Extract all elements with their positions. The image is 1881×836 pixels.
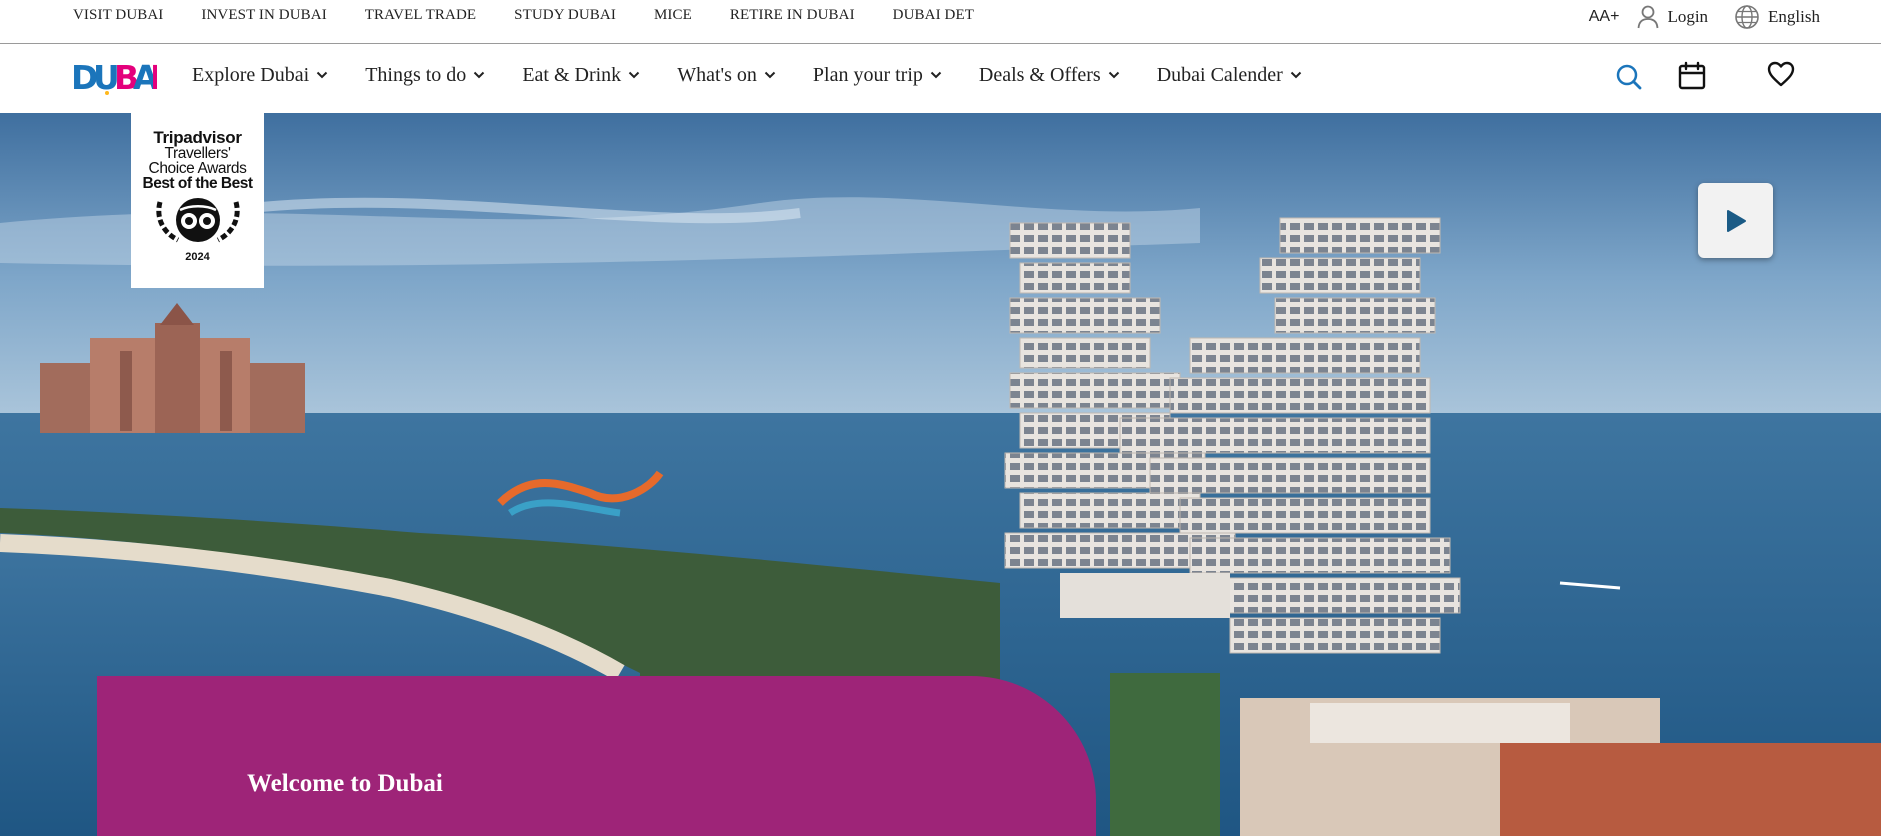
link-visit-dubai[interactable]: VISIT DUBAI [73,7,163,24]
login-label: Login [1667,7,1709,26]
chevron-down-icon [474,71,485,79]
link-study-dubai[interactable]: STUDY DUBAI [514,7,616,24]
language-selector[interactable]: English [1734,4,1820,30]
globe-icon [1735,5,1759,29]
search-icon [1616,64,1642,90]
favorites-button[interactable] [1767,61,1795,92]
welcome-heading: Welcome to Dubai [247,770,443,797]
link-retire-in-dubai[interactable]: RETIRE IN DUBAI [730,7,855,24]
dubai-logo[interactable]: D U B A I [71,59,157,95]
badge-line2: Travellers' [164,145,231,162]
nav-whats-on[interactable]: What's on [677,64,776,87]
hero-banner: Tripadvisor Travellers' Choice Awards Be… [0,113,1881,836]
main-navigation: D U B A I Explore Dubai Things to do Eat… [0,45,1881,113]
nav-label: Explore Dubai [192,63,310,86]
chevron-down-icon [930,71,942,79]
language-label: English [1768,7,1820,26]
font-size-toggle[interactable]: AA+ [1589,8,1620,26]
link-travel-trade[interactable]: TRAVEL TRADE [365,7,476,24]
nav-label: Plan your trip [812,63,923,86]
login-button[interactable]: Login [1637,5,1708,29]
link-mice[interactable]: MICE [654,7,692,24]
calendar-button[interactable] [1678,61,1706,96]
nav-label: Deals & Offers [978,63,1101,86]
nav-dubai-calender[interactable]: Dubai Calender [1157,64,1302,87]
badge-year: 2024 [185,251,210,263]
tripadvisor-owl-icon [155,198,240,243]
heart-icon [1767,61,1795,87]
link-invest-in-dubai[interactable]: INVEST IN DUBAI [201,7,326,24]
nav-label: Things to do [365,63,467,86]
badge-line4: Best of the Best [142,175,254,192]
primary-nav: Explore Dubai Things to do Eat & Drink W… [192,45,1339,105]
chevron-down-icon [628,71,640,79]
badge-line3: Choice Awards [148,160,247,177]
nav-eat-and-drink[interactable]: Eat & Drink [522,64,640,87]
nav-label: Eat & Drink [522,63,622,86]
welcome-panel: Welcome to Dubai [97,676,1096,836]
tripadvisor-award-badge[interactable]: Tripadvisor Travellers' Choice Awards Be… [131,113,264,288]
chevron-down-icon [1290,71,1302,79]
badge-line1: Tripadvisor [153,128,242,147]
nav-plan-your-trip[interactable]: Plan your trip [813,64,942,87]
search-button[interactable] [1615,63,1643,96]
svg-text:I: I [150,59,157,95]
nav-explore-dubai[interactable]: Explore Dubai [192,64,328,87]
chevron-down-icon [764,71,776,79]
utility-bar: VISIT DUBAI INVEST IN DUBAI TRAVEL TRADE… [0,0,1881,44]
chevron-down-icon [1108,71,1119,79]
link-dubai-det[interactable]: DUBAI DET [893,7,974,24]
chevron-down-icon [316,71,328,79]
utility-actions: AA+ Login English [1589,0,1820,34]
user-icon [1638,5,1659,29]
nav-label: What's on [677,63,757,86]
nav-things-to-do[interactable]: Things to do [365,64,485,87]
play-video-button[interactable] [1698,183,1773,258]
nav-deals-and-offers[interactable]: Deals & Offers [979,64,1120,87]
play-icon [1726,209,1746,232]
nav-label: Dubai Calender [1156,63,1283,86]
calendar-icon [1678,61,1706,90]
utility-links: VISIT DUBAI INVEST IN DUBAI TRAVEL TRADE… [73,0,1012,30]
